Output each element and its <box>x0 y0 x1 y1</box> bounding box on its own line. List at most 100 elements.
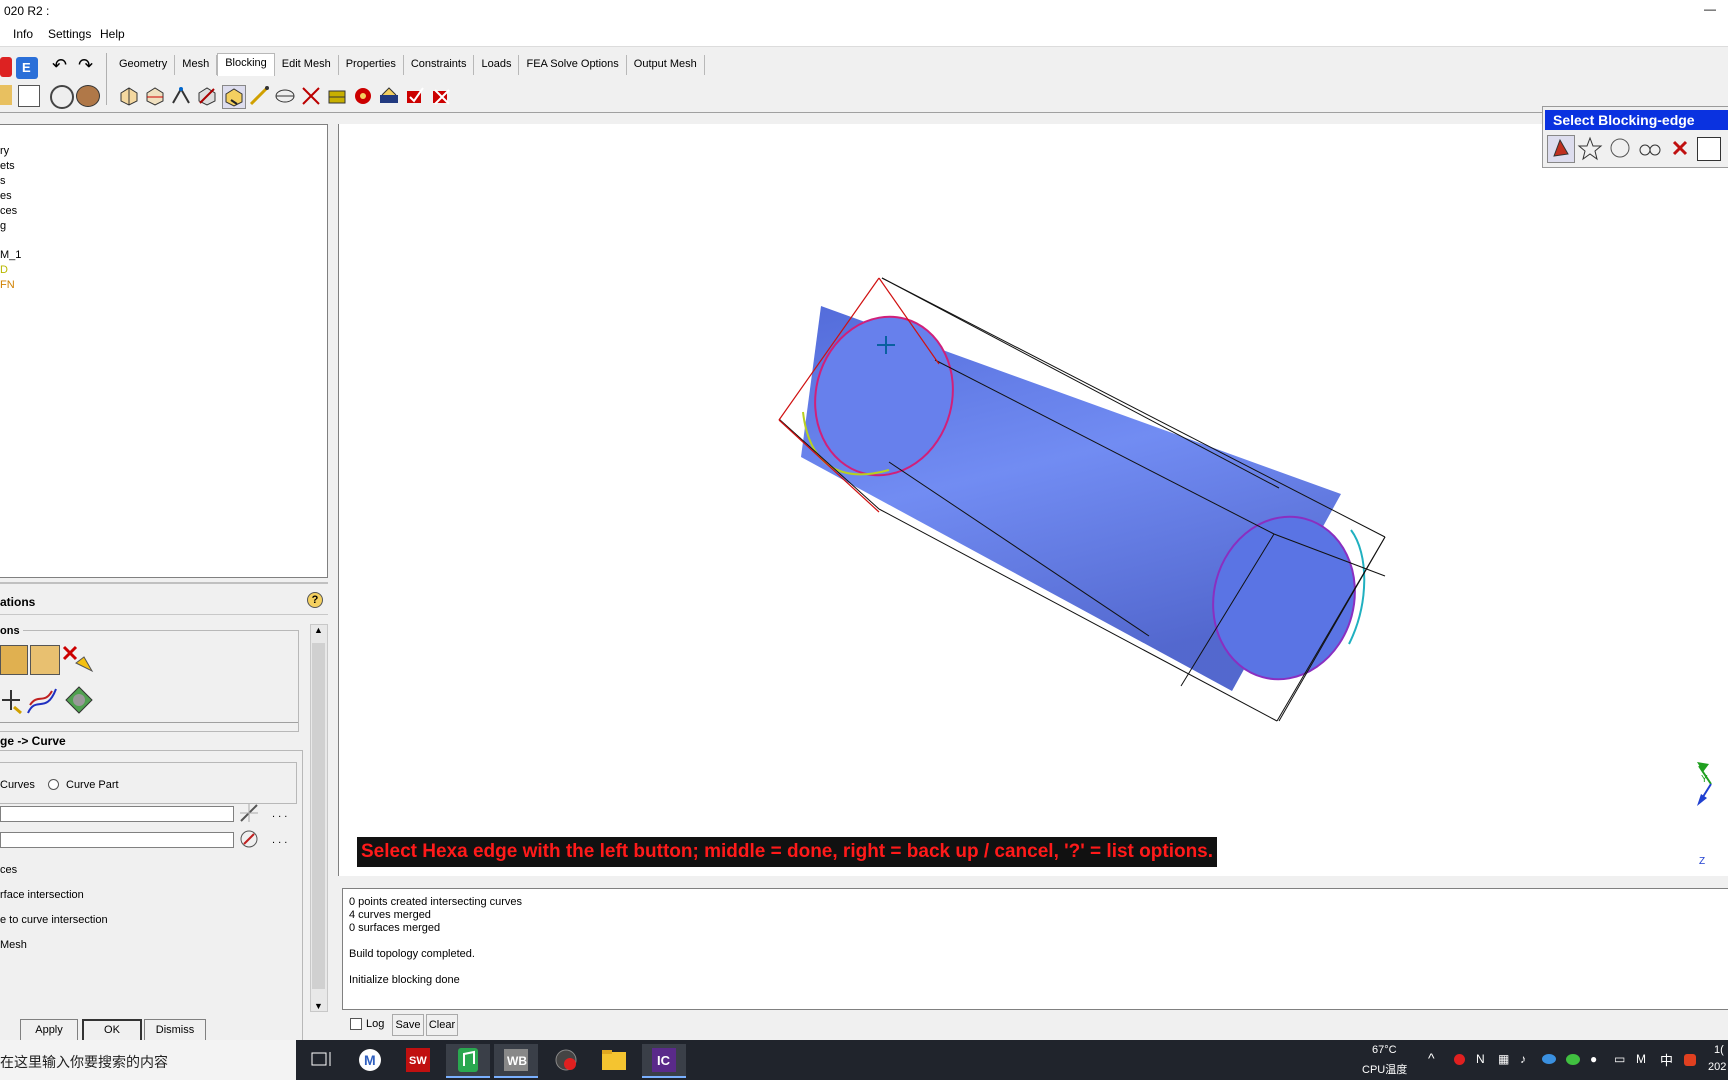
redo-icon[interactable]: ↷ <box>78 55 93 76</box>
option-surfaces[interactable]: ces <box>0 864 17 876</box>
tree-item-curves[interactable]: es <box>0 190 12 202</box>
tab-loads[interactable]: Loads <box>474 55 520 75</box>
sogou-tray-icon[interactable] <box>1684 1054 1696 1066</box>
export-icon[interactable] <box>18 85 40 107</box>
merge-vertices-icon[interactable] <box>170 85 192 107</box>
edge-select-field[interactable] <box>0 806 234 822</box>
option-surface-intersection[interactable]: rface intersection <box>0 889 84 901</box>
file-explorer-icon[interactable] <box>592 1044 636 1076</box>
create-block-icon[interactable] <box>118 85 140 107</box>
wechat-tray-icon[interactable] <box>1566 1054 1580 1065</box>
clear-log-button[interactable]: Clear <box>426 1014 458 1036</box>
tab-geometry[interactable]: Geometry <box>112 55 176 75</box>
chevron-up-icon[interactable]: ^ <box>1428 1050 1435 1066</box>
ime-indicator[interactable]: 中 <box>1660 1050 1673 1069</box>
clock-date[interactable]: 202 <box>1708 1061 1726 1073</box>
tree-item-points[interactable]: s <box>0 175 6 187</box>
network-tray-icon[interactable]: ▭ <box>1614 1052 1625 1066</box>
icem-cfd-icon[interactable]: IC <box>642 1044 686 1078</box>
solid-icon[interactable] <box>76 85 100 107</box>
scrollbar-thumb[interactable] <box>312 643 325 989</box>
menu-settings[interactable]: Settings <box>48 27 91 41</box>
tree-item-geometry[interactable]: ry <box>0 145 9 157</box>
edit-edge-icon[interactable] <box>300 85 322 107</box>
app-m-icon[interactable]: M <box>348 1044 392 1076</box>
option-curve-intersection[interactable]: e to curve intersection <box>0 914 108 926</box>
search-box[interactable]: 在这里输入你要搜索的内容 <box>0 1040 296 1080</box>
toggle-selection-icon[interactable] <box>1547 135 1575 163</box>
curve-field-more[interactable]: . . . <box>272 834 287 846</box>
dismiss-button[interactable]: Dismiss <box>144 1019 206 1041</box>
file-open-icon[interactable] <box>0 57 12 77</box>
edit-block-icon[interactable] <box>196 85 218 107</box>
tab-output-mesh[interactable]: Output Mesh <box>627 55 705 75</box>
apply-button[interactable]: Apply <box>20 1019 78 1041</box>
panel-scrollbar[interactable]: ▲ ▼ <box>310 624 328 1012</box>
mail-tray-icon[interactable]: M <box>1636 1052 1646 1066</box>
update-associations-icon[interactable] <box>26 685 58 717</box>
help-icon[interactable]: ? <box>307 592 323 608</box>
radio-curve-part-label[interactable]: Curve Part <box>66 779 119 791</box>
nx-tray-icon[interactable]: N <box>1476 1052 1485 1066</box>
tab-blocking[interactable]: Blocking <box>217 53 275 76</box>
disassociate-icon[interactable] <box>62 645 96 675</box>
windows-tray-icon[interactable]: ▦ <box>1498 1052 1509 1066</box>
pre-mesh-params-icon[interactable] <box>326 85 348 107</box>
penguin-tray-icon[interactable]: ● <box>1590 1052 1597 1066</box>
select-edge-icon[interactable] <box>238 802 260 824</box>
script-icon[interactable] <box>0 85 12 105</box>
radio-curve-part[interactable] <box>48 779 59 790</box>
save-icon[interactable]: E <box>16 57 38 79</box>
log-checkbox[interactable] <box>350 1018 362 1030</box>
message-log[interactable]: 0 points created intersecting curves 4 c… <box>342 888 1728 1010</box>
task-view-icon[interactable] <box>300 1044 344 1076</box>
block-checks-icon[interactable] <box>404 85 426 107</box>
select-by-name-icon[interactable] <box>1637 135 1663 161</box>
radio-curves-label[interactable]: Curves <box>0 779 35 791</box>
save-log-button[interactable]: Save <box>392 1014 424 1036</box>
select-circle-icon[interactable] <box>1607 135 1633 161</box>
model-view[interactable]: Y Z <box>339 124 1728 876</box>
option-mesh[interactable]: Mesh <box>0 939 27 951</box>
associate-icon[interactable] <box>222 85 246 109</box>
music-app-icon[interactable] <box>446 1044 490 1078</box>
associate-vertex-icon[interactable] <box>0 645 28 675</box>
recorder-icon[interactable] <box>544 1044 588 1076</box>
music-tray-icon[interactable]: ♪ <box>1520 1052 1526 1066</box>
solidworks-icon[interactable]: SW <box>396 1044 440 1076</box>
associate-edge-curve-icon[interactable] <box>30 645 60 675</box>
workbench-icon[interactable]: WB <box>494 1044 538 1078</box>
menu-help[interactable]: Help <box>100 27 125 41</box>
tree-item-part-d[interactable]: D <box>0 264 8 276</box>
select-curve-icon[interactable] <box>238 828 260 850</box>
tab-edit-mesh[interactable]: Edit Mesh <box>275 55 339 75</box>
pre-mesh-quality-icon[interactable] <box>352 85 374 107</box>
tree-item-surfaces[interactable]: ces <box>0 205 17 217</box>
tab-mesh[interactable]: Mesh <box>175 55 218 75</box>
delete-block-icon[interactable] <box>430 85 452 107</box>
tree-item-part-fn[interactable]: FN <box>0 279 15 291</box>
graphics-viewport[interactable]: Y Z <box>338 124 1728 876</box>
split-block-icon[interactable] <box>144 85 166 107</box>
wireframe-icon[interactable] <box>50 85 74 109</box>
tab-constraints[interactable]: Constraints <box>404 55 475 75</box>
select-all-icon[interactable] <box>1577 135 1603 161</box>
undo-icon[interactable]: ↶ <box>52 55 67 76</box>
curve-select-field[interactable] <box>0 832 234 848</box>
minimize-button[interactable]: — <box>1704 2 1716 16</box>
cylinder-body[interactable] <box>798 301 1373 695</box>
edge-field-more[interactable]: . . . <box>272 808 287 820</box>
cancel-selection-icon[interactable] <box>1667 135 1693 161</box>
record-tray-icon[interactable] <box>1454 1054 1465 1065</box>
transform-blocks-icon[interactable] <box>274 85 296 107</box>
pre-mesh-smooth-icon[interactable] <box>378 85 400 107</box>
select-box-icon[interactable] <box>1697 137 1721 161</box>
group-curves-icon[interactable] <box>64 685 94 715</box>
tree-item-part[interactable]: M_1 <box>0 249 21 261</box>
cloud-tray-icon[interactable] <box>1542 1054 1556 1064</box>
tab-properties[interactable]: Properties <box>339 55 404 75</box>
menu-info[interactable]: Info <box>13 27 33 41</box>
clock-time[interactable]: 1( <box>1714 1044 1724 1056</box>
snap-project-vertices-icon[interactable] <box>0 685 22 715</box>
tab-fea-solve-options[interactable]: FEA Solve Options <box>519 55 627 75</box>
